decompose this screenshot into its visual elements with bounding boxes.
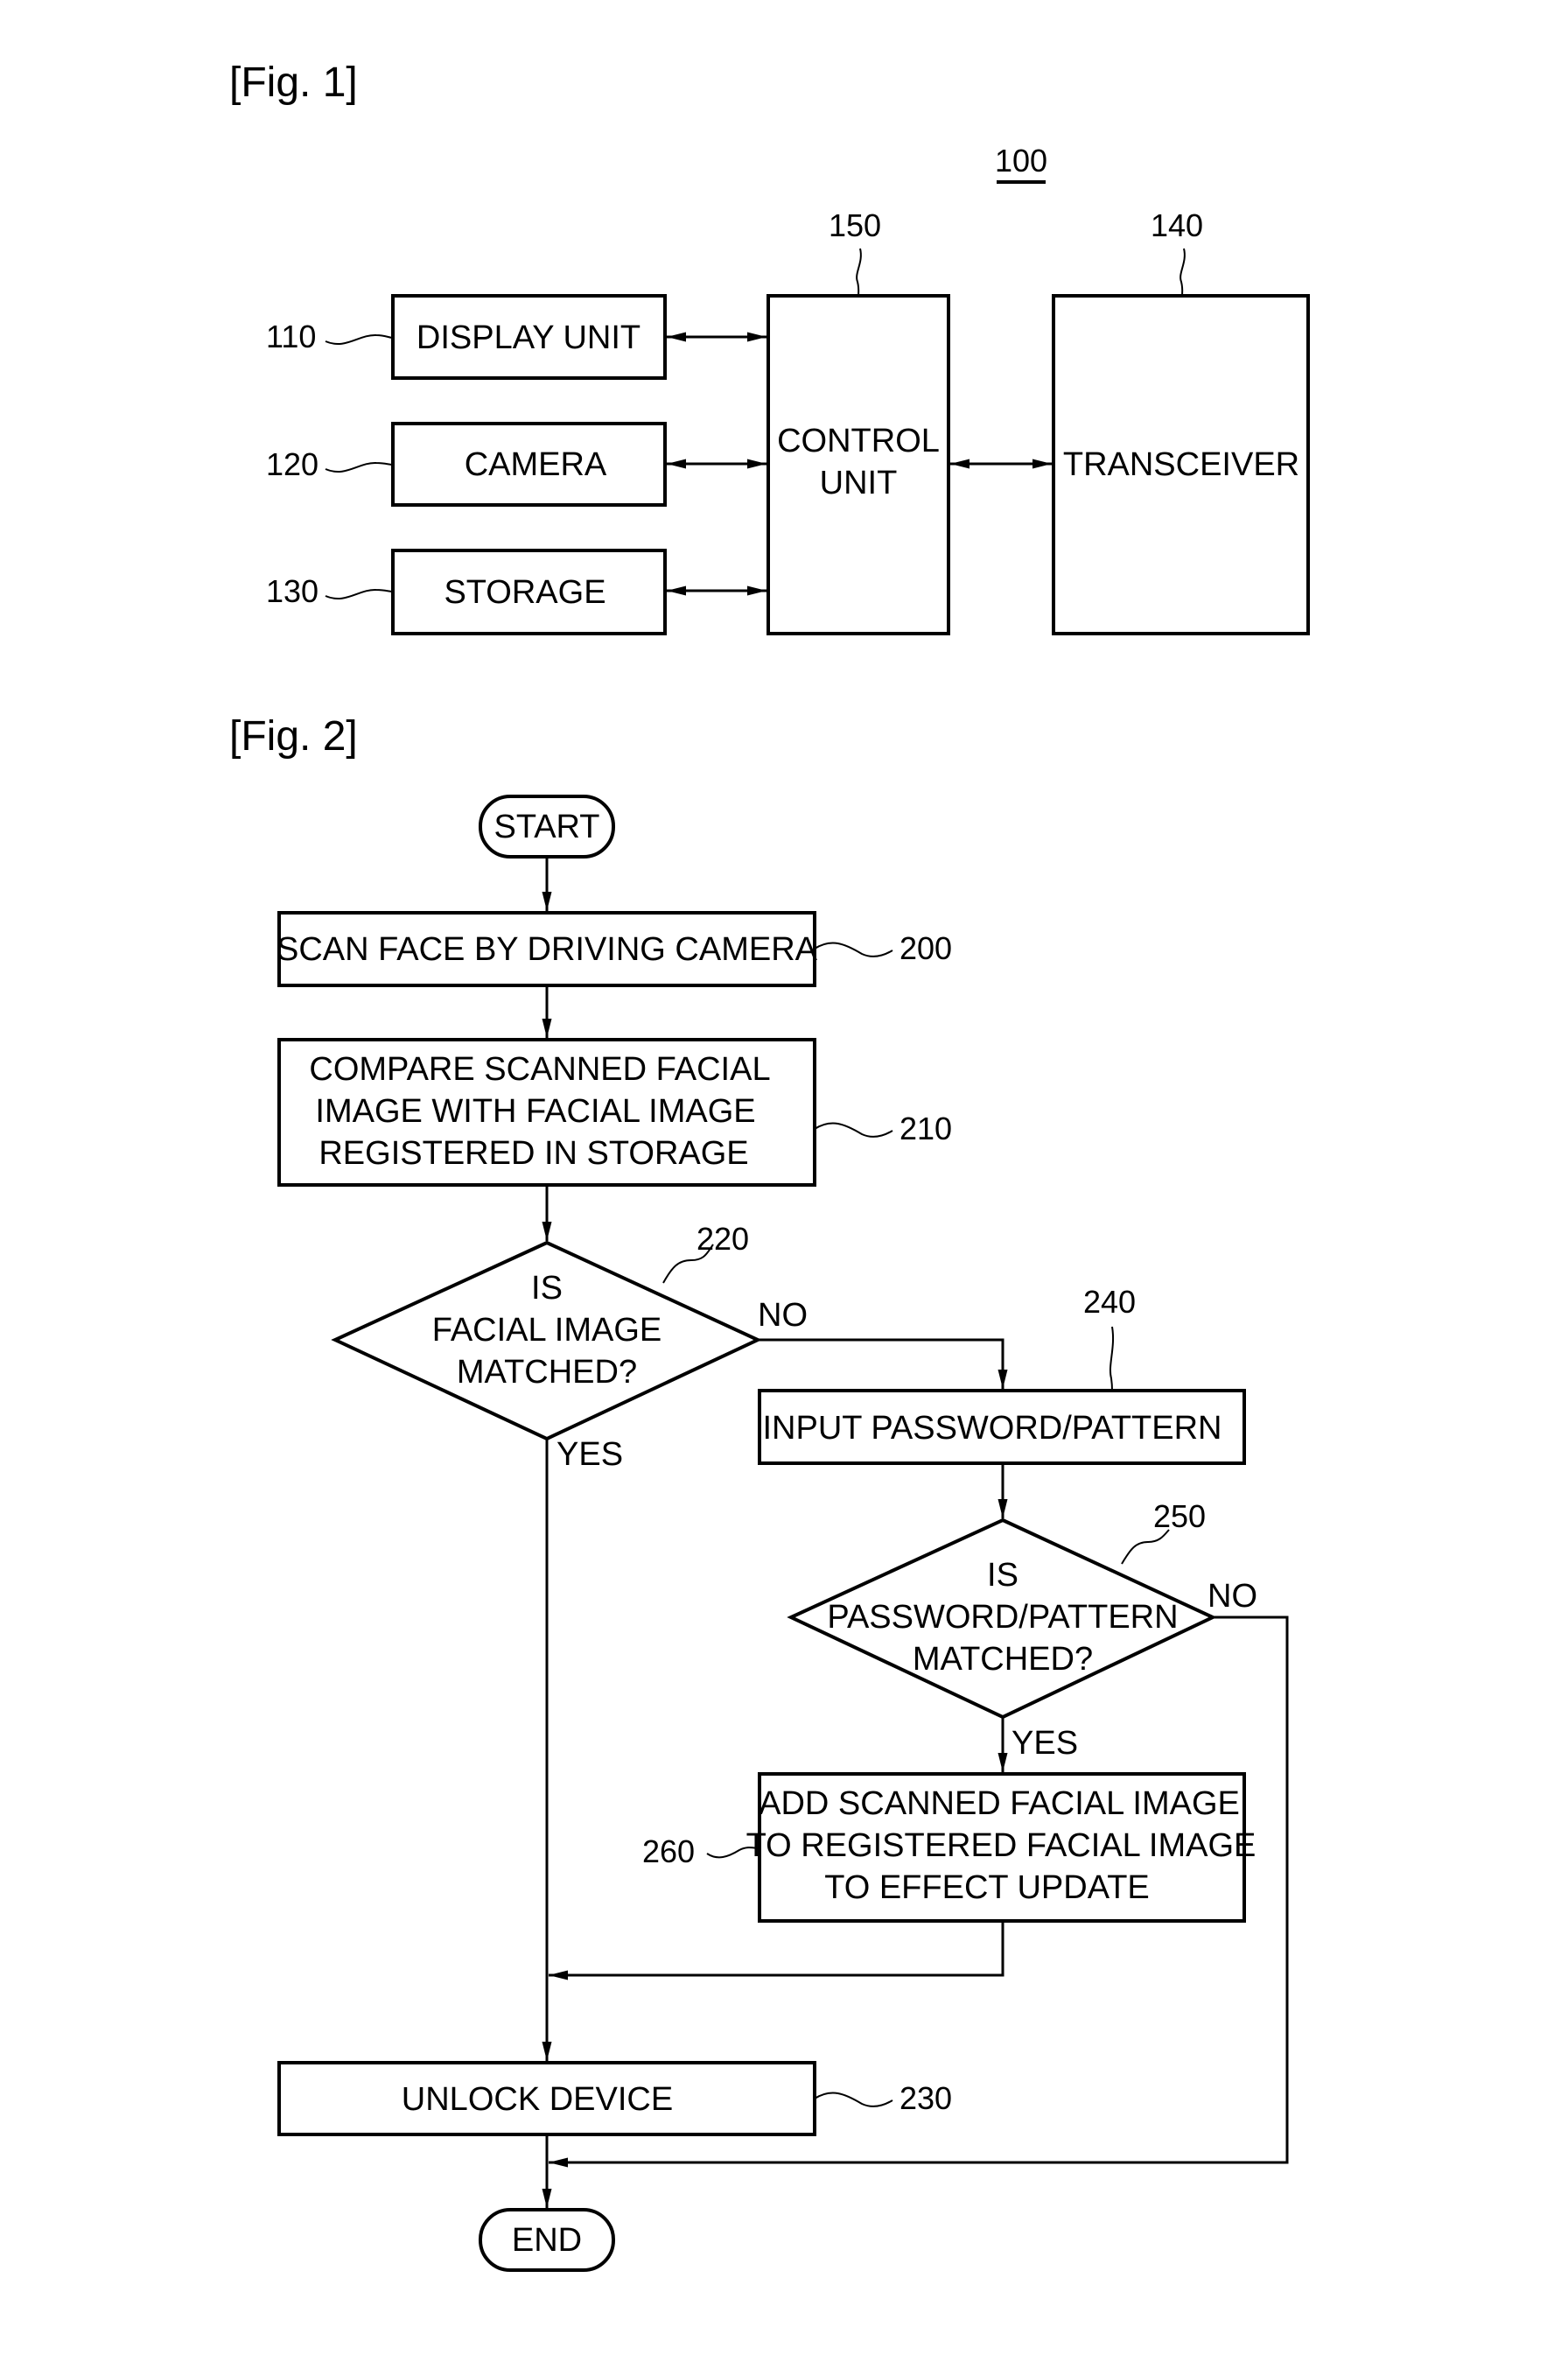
control-unit-block: CONTROL UNIT 150 xyxy=(766,207,950,635)
transceiver-leader xyxy=(1180,248,1186,297)
camera-block: CAMERA 120 xyxy=(266,422,667,507)
figure-1: [Fig. 1] 100 DISPLAY UNIT 110 CAMERA 120… xyxy=(229,60,1310,635)
unlock-leader xyxy=(814,2092,893,2107)
camera-ref: 120 xyxy=(266,446,318,482)
figure-2: [Fig. 2] START SCAN FACE BY DRIVING CAME… xyxy=(229,713,1289,2272)
face-match-decision: IS FACIAL IMAGE MATCHED? 220 xyxy=(331,1221,762,1441)
update-label-line2: TO REGISTERED FACIAL IMAGE xyxy=(746,1827,1256,1864)
camera-leader xyxy=(325,461,394,473)
face-match-line1: IS xyxy=(531,1270,563,1307)
control-unit-label-line2: UNIT xyxy=(820,465,898,501)
fig2-title: [Fig. 2] xyxy=(229,713,358,760)
password-match-leader xyxy=(1121,1529,1170,1565)
control-unit-leader xyxy=(856,248,862,297)
password-no-label: NO xyxy=(1208,1578,1257,1615)
end-label: END xyxy=(512,2222,582,2259)
scan-label: SCAN FACE BY DRIVING CAMERA xyxy=(276,931,818,968)
patent-drawing: [Fig. 1] 100 DISPLAY UNIT 110 CAMERA 120… xyxy=(229,60,1310,2272)
display-unit-block: DISPLAY UNIT 110 xyxy=(266,294,667,380)
update-return-arrow xyxy=(549,1921,1004,1980)
face-match-line3: MATCHED? xyxy=(457,1354,637,1391)
face-match-ref: 220 xyxy=(696,1221,749,1257)
storage-label: STORAGE xyxy=(444,574,606,611)
storage-block: STORAGE 130 xyxy=(266,549,667,635)
password-match-line1: IS xyxy=(987,1557,1018,1594)
transceiver-block: TRANSCEIVER 140 xyxy=(1052,207,1310,635)
control-unit-ref: 150 xyxy=(829,207,881,243)
transceiver-label: TRANSCEIVER xyxy=(1063,446,1299,483)
password-match-ref: 250 xyxy=(1153,1498,1206,1534)
password-match-decision: IS PASSWORD/PATTERN MATCHED? 250 xyxy=(787,1498,1217,1720)
update-label-line3: TO EFFECT UPDATE xyxy=(824,1869,1150,1906)
unlock-ref: 230 xyxy=(900,2080,952,2116)
password-match-line3: MATCHED? xyxy=(913,1641,1093,1678)
face-no-label: NO xyxy=(758,1297,808,1334)
input-password-leader xyxy=(1110,1326,1114,1391)
password-yes-label: YES xyxy=(1012,1725,1078,1762)
face-yes-label: YES xyxy=(556,1436,623,1473)
compare-step: COMPARE SCANNED FACIAL IMAGE WITH FACIAL… xyxy=(277,1038,952,1187)
input-password-ref: 240 xyxy=(1083,1284,1136,1320)
unlock-label: UNLOCK DEVICE xyxy=(402,2081,673,2118)
face-no-arrow xyxy=(758,1338,1008,1389)
compare-label-line1: COMPARE SCANNED FACIAL xyxy=(309,1051,770,1088)
unlock-step: UNLOCK DEVICE 230 xyxy=(277,2061,952,2136)
display-unit-leader xyxy=(325,333,394,346)
update-ref: 260 xyxy=(642,1833,695,1869)
update-step: ADD SCANNED FACIAL IMAGE TO REGISTERED F… xyxy=(642,1772,1256,1923)
camera-label: CAMERA xyxy=(465,446,607,483)
compare-ref: 210 xyxy=(900,1111,952,1146)
transceiver-ref: 140 xyxy=(1151,207,1203,243)
storage-ref: 130 xyxy=(266,573,318,609)
display-unit-ref: 110 xyxy=(266,319,316,354)
scan-ref: 200 xyxy=(900,930,952,966)
password-match-line2: PASSWORD/PATTERN xyxy=(827,1599,1178,1636)
update-label-line1: ADD SCANNED FACIAL IMAGE xyxy=(759,1785,1240,1822)
face-match-line2: FACIAL IMAGE xyxy=(432,1312,662,1349)
fig1-title: [Fig. 1] xyxy=(229,60,358,106)
compare-label-line3: REGISTERED IN STORAGE xyxy=(318,1135,748,1172)
storage-leader xyxy=(325,588,394,600)
scan-leader xyxy=(814,942,893,957)
start-terminal: START xyxy=(479,795,615,859)
display-unit-label: DISPLAY UNIT xyxy=(416,319,640,356)
scan-step: SCAN FACE BY DRIVING CAMERA 200 xyxy=(276,911,952,987)
system-ref-label: 100 xyxy=(995,143,1047,179)
start-label: START xyxy=(494,809,599,845)
input-password-label: INPUT PASSWORD/PATTERN xyxy=(762,1410,1222,1447)
compare-leader xyxy=(814,1122,893,1138)
control-unit-label-line1: CONTROL xyxy=(777,423,940,459)
end-terminal: END xyxy=(479,2208,615,2272)
compare-label-line2: IMAGE WITH FACIAL IMAGE xyxy=(315,1093,755,1130)
